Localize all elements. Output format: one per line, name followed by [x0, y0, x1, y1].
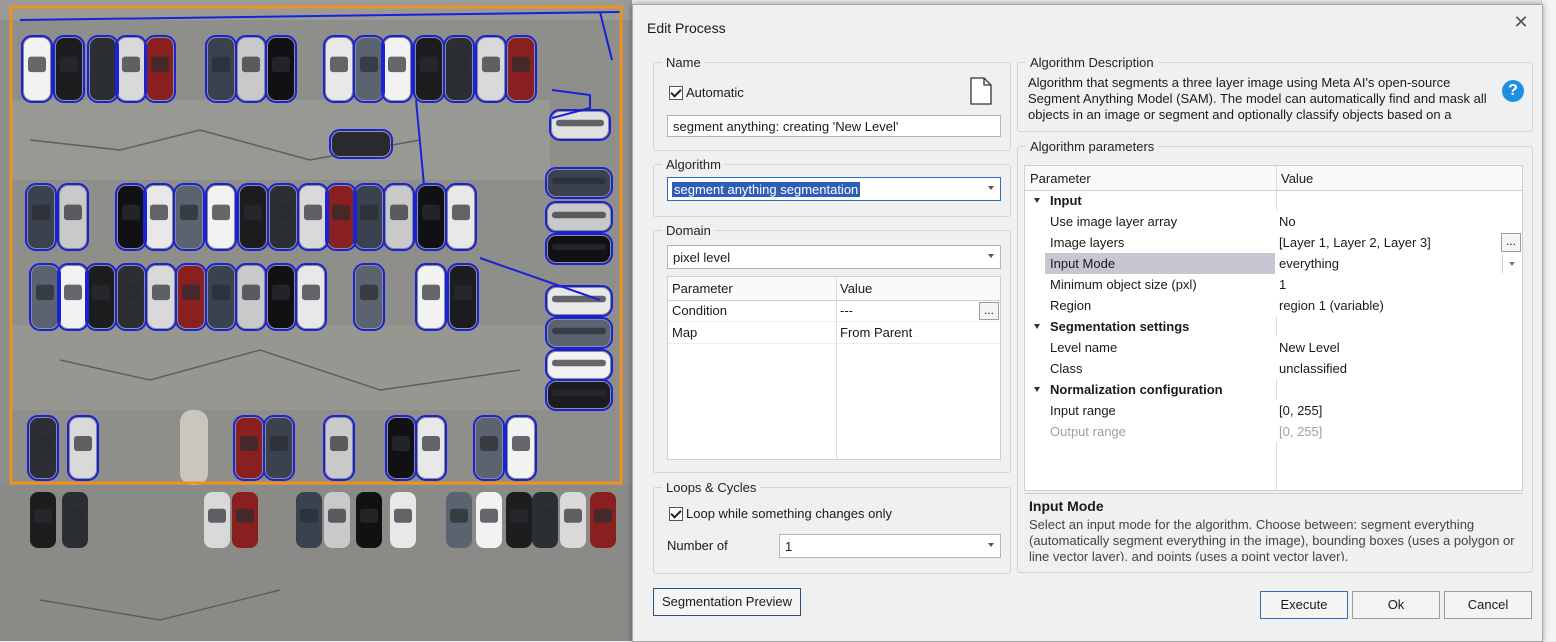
parameter-row[interactable]: Input Mode everything	[1025, 253, 1522, 274]
parameter-name: Segmentation settings	[1050, 319, 1190, 334]
domain-grid: Parameter Value Condition --- ... Map Fr…	[667, 276, 1001, 460]
loop-label: Loop while something changes only	[686, 506, 892, 521]
close-icon[interactable]: ✕	[1511, 12, 1531, 32]
background-app-edge	[1541, 0, 1556, 641]
edit-process-dialog: Edit Process ✕ Name Automatic segment an…	[632, 4, 1543, 642]
algorithm-selected: segment anything segmentation	[672, 182, 861, 197]
collapse-triangle-icon[interactable]	[1034, 324, 1040, 329]
parameters-group-legend: Algorithm parameters	[1030, 139, 1155, 154]
parameter-row[interactable]: Minimum object size (pxl) 1	[1025, 274, 1522, 295]
number-of-label: Number of	[667, 538, 728, 553]
parking-lot-image	[0, 0, 632, 641]
parameter-value: No	[1279, 214, 1296, 229]
parameter-row[interactable]: Input range [0, 255]	[1025, 400, 1522, 421]
row-value: From Parent	[840, 325, 913, 340]
collapse-triangle-icon[interactable]	[1034, 387, 1040, 392]
parameters-grid: Parameter Value Input Use image layer arr…	[1024, 165, 1523, 491]
parameter-name: Minimum object size (pxl)	[1050, 277, 1197, 292]
table-row[interactable]: Condition --- ...	[668, 300, 1000, 322]
automatic-checkbox[interactable]	[669, 86, 683, 103]
parameter-value: 1	[1279, 277, 1287, 292]
chevron-down-icon[interactable]	[1502, 254, 1522, 273]
parameter-row[interactable]: Region region 1 (variable)	[1025, 295, 1522, 316]
loops-group: Loops & Cycles	[653, 480, 1011, 574]
chevron-down-icon	[988, 254, 994, 258]
parameter-value: everything	[1279, 256, 1339, 271]
question-mark-icon[interactable]: ?	[1502, 80, 1524, 102]
dialog-title: Edit Process	[647, 20, 726, 36]
collapse-triangle-icon[interactable]	[1034, 198, 1040, 203]
check-icon	[669, 507, 683, 521]
check-icon	[669, 86, 683, 100]
domain-group-legend: Domain	[666, 223, 711, 238]
parameter-value: region 1 (variable)	[1279, 298, 1384, 313]
params-col-parameter: Parameter	[1030, 171, 1091, 186]
category-row[interactable]: Input	[1025, 190, 1522, 211]
loop-checkbox[interactable]	[669, 507, 683, 524]
domain-col-parameter: Parameter	[672, 281, 733, 296]
loops-group-legend: Loops & Cycles	[666, 480, 757, 495]
parameter-row[interactable]: Image layers [Layer 1, Layer 2, Layer 3].…	[1025, 232, 1522, 253]
parameter-value: [Layer 1, Layer 2, Layer 3]	[1279, 235, 1431, 250]
parameter-name: Region	[1050, 298, 1092, 313]
segmentation-preview-button[interactable]: Segmentation Preview	[653, 588, 801, 616]
number-of-value: 1	[785, 539, 793, 554]
category-row[interactable]: Normalization configuration	[1025, 379, 1522, 400]
parameter-row[interactable]: Output range [0, 255]	[1025, 421, 1522, 442]
parameter-name: Use image layer array	[1050, 214, 1178, 229]
row-parameter: Map	[672, 325, 698, 340]
row-parameter: Condition	[672, 303, 727, 318]
parameter-row[interactable]: Use image layer array No	[1025, 211, 1522, 232]
parameter-row[interactable]: Level name New Level	[1025, 337, 1522, 358]
process-name-field[interactable]: segment anything: creating 'New Level'	[667, 115, 1001, 137]
algorithm-group-legend: Algorithm	[666, 157, 721, 172]
parameter-name: Normalization configuration	[1050, 382, 1223, 397]
parameter-value: [0, 255]	[1279, 403, 1323, 418]
table-row[interactable]: Map From Parent	[668, 322, 1000, 344]
domain-col-value: Value	[840, 281, 873, 296]
parameter-value: [0, 255]	[1279, 424, 1323, 439]
row-value: ---	[840, 303, 853, 318]
parameter-name: Class	[1050, 361, 1083, 376]
description-text: Algorithm that segments a three layer im…	[1028, 75, 1487, 122]
name-group-legend: Name	[666, 55, 701, 70]
domain-dropdown[interactable]: pixel level	[667, 245, 1001, 269]
ok-button[interactable]: Ok	[1352, 591, 1440, 619]
parameter-name: Input Mode	[1050, 256, 1116, 271]
help-title: Input Mode	[1029, 498, 1104, 514]
parameter-name: Input range	[1050, 403, 1116, 418]
parameter-value: New Level	[1279, 340, 1340, 355]
chevron-down-icon	[988, 186, 994, 190]
document-icon[interactable]	[970, 77, 992, 105]
condition-ellipsis-button[interactable]: ...	[979, 302, 999, 320]
help-text: Select an input mode for the algorithm. …	[1029, 517, 1515, 561]
description-group-legend: Algorithm Description	[1030, 55, 1154, 70]
image-layers-ellipsis-button[interactable]: ...	[1501, 233, 1521, 252]
parameter-row[interactable]: Class unclassified	[1025, 358, 1522, 379]
aerial-image-viewer[interactable]	[0, 0, 632, 641]
chevron-down-icon	[988, 543, 994, 547]
domain-selected: pixel level	[673, 250, 731, 265]
parameter-name: Image layers	[1050, 235, 1125, 250]
cancel-button[interactable]: Cancel	[1444, 591, 1532, 619]
execute-button[interactable]: Execute	[1260, 591, 1348, 619]
category-row[interactable]: Segmentation settings	[1025, 316, 1522, 337]
algorithm-dropdown[interactable]: segment anything segmentation	[667, 177, 1001, 201]
parameter-value: unclassified	[1279, 361, 1347, 376]
params-col-value: Value	[1281, 171, 1314, 186]
number-of-dropdown[interactable]: 1	[779, 534, 1001, 558]
parameter-name: Output range	[1050, 424, 1126, 439]
parameter-name: Level name	[1050, 340, 1118, 355]
parameter-name: Input	[1050, 193, 1082, 208]
automatic-label: Automatic	[686, 85, 744, 100]
